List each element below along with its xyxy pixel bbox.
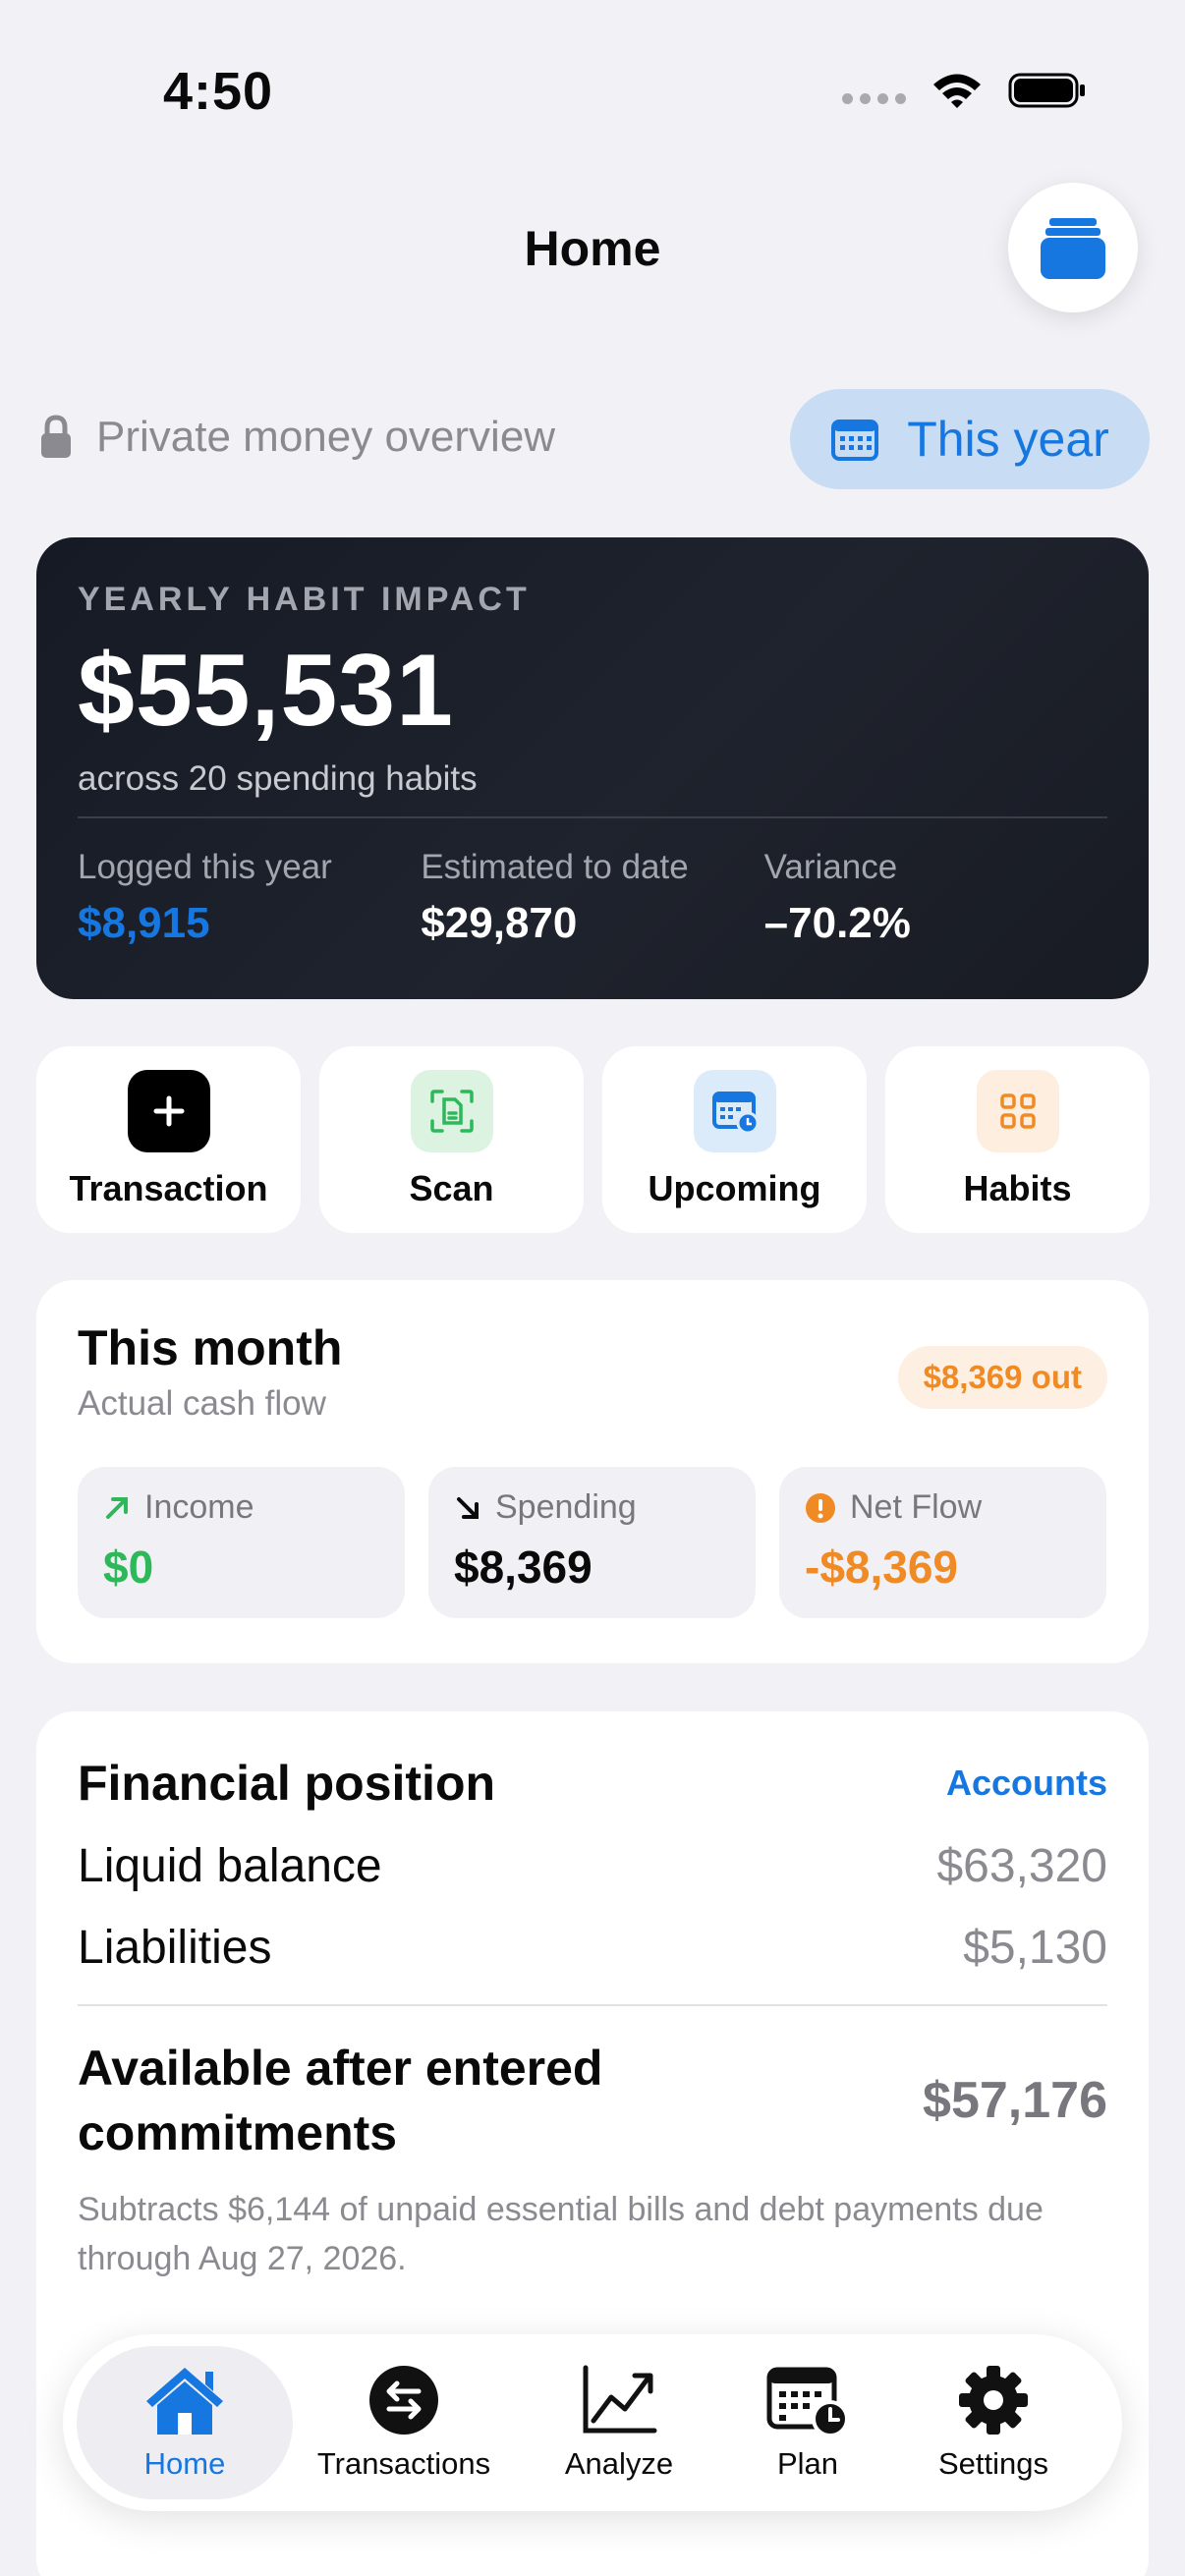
hero-subtitle: across 20 spending habits	[78, 759, 478, 798]
tile-label: Net Flow	[850, 1488, 983, 1526]
period-label: This year	[907, 412, 1109, 467]
wifi-icon	[933, 74, 981, 108]
house-icon	[146, 2368, 223, 2435]
tab-label: Settings	[937, 2446, 1048, 2481]
quick-actions: Transaction Scan Upcoming Habits	[36, 1046, 1150, 1233]
available-label: Available after entered commitments	[78, 2041, 603, 2160]
hero-value: $55,531	[78, 634, 454, 748]
calendar-clock-icon	[693, 1070, 776, 1152]
status-time: 4:50	[163, 62, 274, 121]
status-indicators	[842, 71, 1087, 110]
tile-value: $0	[103, 1541, 154, 1593]
calendar-clock-icon	[766, 2367, 849, 2436]
wallet-button[interactable]	[1008, 183, 1138, 312]
tab-label: Home	[143, 2446, 226, 2481]
stat-logged: Logged this year $8,915	[78, 848, 421, 948]
cash-flow-tiles: Income $0 Spending $8,369 Net Flow -$8,3…	[78, 1467, 1107, 1618]
row-value: $63,320	[936, 1840, 1107, 1892]
arrows-exchange-icon	[369, 2366, 438, 2435]
accounts-link[interactable]: Accounts	[946, 1763, 1107, 1804]
liquid-balance-row: Liquid balance $63,320	[78, 1839, 1107, 1893]
tile-header: Net Flow	[805, 1488, 1081, 1527]
wallet-cards-icon	[1041, 218, 1105, 279]
spending-tile: Spending $8,369	[428, 1467, 756, 1618]
cellular-signal-icon	[842, 92, 906, 104]
action-label: Habits	[963, 1168, 1072, 1208]
tab-label: Analyze	[564, 2446, 674, 2481]
warning-icon	[806, 1492, 835, 1523]
hero-label: YEARLY HABIT IMPACT	[78, 581, 531, 618]
arrow-down-right-icon	[457, 1496, 479, 1519]
commitments-note: Subtracts $6,144 of unpaid essential bil…	[78, 2191, 1044, 2277]
stat-label: Estimated to date	[421, 848, 689, 886]
stat-estimated: Estimated to date $29,870	[421, 848, 763, 948]
plus-icon	[127, 1070, 210, 1152]
available-row: Available after entered commitments $57,…	[78, 2036, 1107, 2165]
grid-icon	[976, 1070, 1059, 1152]
tab-plan[interactable]: Plan	[723, 2334, 892, 2511]
tile-label: Income	[144, 1488, 254, 1526]
action-label: Scan	[409, 1168, 494, 1208]
tab-home[interactable]: Home	[77, 2334, 293, 2511]
battery-icon	[1008, 73, 1085, 108]
home-screen: 4:50 Home Private money overview This ye…	[0, 0, 1185, 2576]
line-chart-icon	[583, 2365, 657, 2434]
divider	[78, 2004, 1107, 2006]
upcoming-button[interactable]: Upcoming	[602, 1046, 867, 1233]
row-value: $5,130	[963, 1922, 1107, 1974]
row-label: Liquid balance	[78, 1840, 382, 1892]
tab-analyze[interactable]: Analyze	[515, 2334, 723, 2511]
tab-bar: Home Transactions Analyze Plan Settings	[63, 2334, 1122, 2511]
scan-document-icon	[410, 1070, 493, 1152]
tile-value: -$8,369	[805, 1541, 959, 1593]
stat-label: Logged this year	[78, 848, 332, 886]
liabilities-row: Liabilities $5,130	[78, 1921, 1107, 1975]
tile-header: Spending	[454, 1488, 730, 1527]
row-label: Liabilities	[78, 1922, 272, 1974]
add-transaction-button[interactable]: Transaction	[36, 1046, 301, 1233]
lock-icon	[41, 415, 71, 458]
tab-transactions[interactable]: Transactions	[293, 2334, 515, 2511]
this-month-card[interactable]: This month Actual cash flow $8,369 out I…	[36, 1280, 1149, 1663]
stat-label: Variance	[763, 848, 898, 886]
stat-value: –70.2%	[763, 899, 911, 947]
tab-settings[interactable]: Settings	[892, 2334, 1095, 2511]
hero-stats: Logged this year $8,915 Estimated to dat…	[78, 848, 1107, 948]
tile-value: $8,369	[454, 1541, 592, 1593]
tab-label: Plan	[776, 2446, 839, 2481]
action-label: Transaction	[69, 1168, 268, 1208]
tile-label: Spending	[495, 1488, 637, 1526]
arrow-up-right-icon	[106, 1496, 128, 1519]
outflow-badge: $8,369 out	[897, 1346, 1107, 1409]
income-tile: Income $0	[78, 1467, 405, 1618]
tile-header: Income	[103, 1488, 379, 1527]
gear-icon	[959, 2366, 1028, 2435]
habits-button[interactable]: Habits	[885, 1046, 1150, 1233]
scan-button[interactable]: Scan	[319, 1046, 584, 1233]
action-label: Upcoming	[648, 1168, 821, 1208]
stat-value: $8,915	[78, 899, 210, 947]
tab-label: Transactions	[316, 2446, 491, 2481]
period-selector[interactable]: This year	[790, 389, 1150, 489]
privacy-indicator: Private money overview	[39, 413, 555, 462]
net-flow-tile: Net Flow -$8,369	[779, 1467, 1106, 1618]
stat-variance: Variance –70.2%	[764, 848, 1107, 948]
hero-divider	[78, 816, 1107, 818]
stat-value: $29,870	[421, 899, 578, 947]
habit-impact-card[interactable]: YEARLY HABIT IMPACT $55,531 across 20 sp…	[36, 537, 1149, 999]
privacy-label: Private money overview	[96, 413, 556, 461]
available-value: $57,176	[923, 2072, 1107, 2129]
calendar-icon	[831, 420, 879, 461]
